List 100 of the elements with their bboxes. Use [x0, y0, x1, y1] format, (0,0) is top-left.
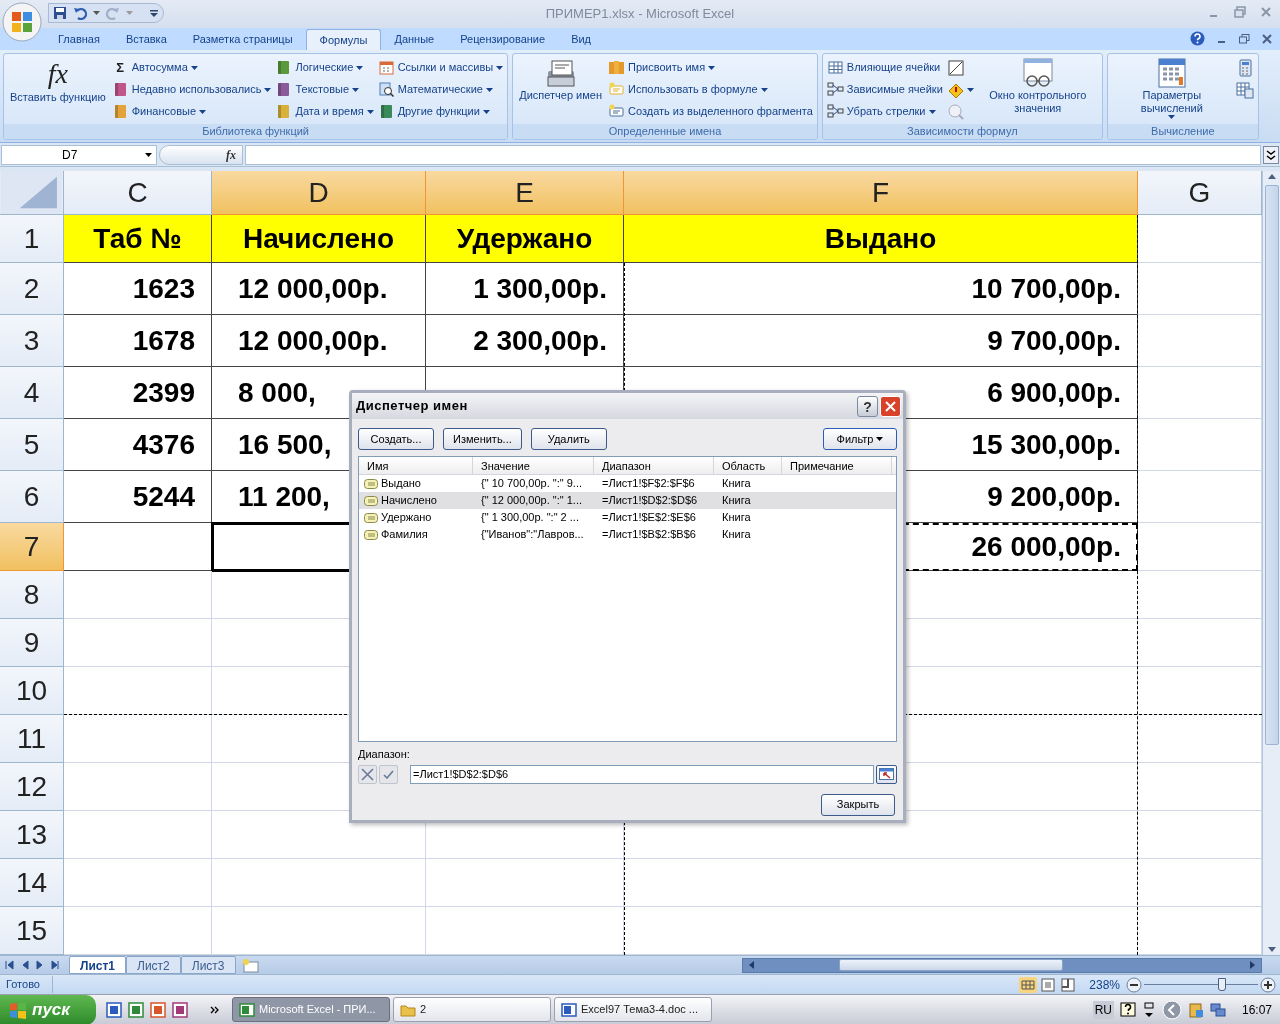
ribbon-tab[interactable]: Вид: [558, 29, 605, 50]
ribbon-button[interactable]: Использовать в формуле: [608, 79, 813, 100]
help-button[interactable]: ?: [857, 395, 878, 417]
list-row[interactable]: Начислено {" 12 000,00р. ":" 1... =Лист1!$D$2:$D$6 Книга: [359, 492, 896, 509]
sheet-tab[interactable]: Лист1: [69, 956, 127, 974]
page-break-view-icon[interactable]: [1059, 976, 1078, 993]
help-icon[interactable]: [1119, 1001, 1136, 1018]
column-header[interactable]: F: [624, 171, 1138, 215]
ribbon-button[interactable]: Присвоить имя: [608, 57, 813, 78]
row-header[interactable]: 9: [0, 619, 64, 667]
ribbon-button[interactable]: Создать из выделенного фрагмента: [608, 101, 813, 122]
undo-icon[interactable]: [73, 6, 87, 20]
close-icon[interactable]: [1262, 33, 1272, 44]
network-icon[interactable]: [1209, 1001, 1226, 1018]
row-header[interactable]: 8: [0, 571, 64, 619]
ribbon-tab[interactable]: Вставка: [112, 29, 180, 50]
help-icon[interactable]: [1190, 31, 1205, 46]
cancel-edit-button[interactable]: [358, 764, 377, 784]
ribbon-button[interactable]: Недавно использовались: [111, 79, 272, 100]
more-chevron-icon[interactable]: [210, 1005, 220, 1014]
vertical-scrollbar[interactable]: [1262, 171, 1280, 955]
ribbon-large-button[interactable]: Диспетчер имен: [517, 57, 604, 102]
ribbon-button[interactable]: Финансовые: [111, 101, 272, 122]
ribbon-button[interactable]: Логические: [275, 57, 374, 78]
ribbon-button[interactable]: Σ Автосумма: [111, 57, 272, 78]
scroll-left-icon[interactable]: [747, 960, 755, 970]
ribbon-large-button[interactable]: fx Вставить функцию: [8, 57, 108, 104]
sheet-tab[interactable]: Лист2: [126, 956, 181, 974]
last-sheet-icon[interactable]: [50, 960, 59, 970]
previous-sheet-icon[interactable]: [20, 960, 29, 970]
ribbon-large-button[interactable]: Параметры вычислений: [1111, 57, 1232, 119]
ribbon-button[interactable]: Другие функции: [377, 101, 504, 122]
restore-icon[interactable]: [1239, 33, 1250, 44]
row-header[interactable]: 3: [0, 315, 64, 367]
ribbon-button[interactable]: Ссылки и массивы: [377, 57, 504, 78]
ribbon-tab[interactable]: Главная: [45, 29, 113, 50]
filter-button[interactable]: Фильтр: [823, 428, 897, 450]
clipboard-icon[interactable]: [1187, 1001, 1204, 1018]
column-header[interactable]: Диапазон: [594, 457, 714, 474]
column-header[interactable]: C: [64, 171, 212, 215]
powerpoint-icon[interactable]: [150, 1001, 166, 1018]
dialog-button[interactable]: Изменить...: [443, 428, 522, 450]
column-header[interactable]: Значение: [473, 457, 594, 474]
zoom-slider[interactable]: [1144, 976, 1258, 993]
column-header[interactable]: Имя: [359, 457, 473, 474]
row-header[interactable]: 10: [0, 667, 64, 715]
column-header[interactable]: D: [212, 171, 426, 215]
row-header[interactable]: 2: [0, 263, 64, 315]
word-icon[interactable]: [106, 1001, 122, 1018]
zoom-out-icon[interactable]: [1126, 976, 1142, 993]
taskbar-button[interactable]: 2: [393, 997, 551, 1022]
function-button[interactable]: fx: [159, 144, 243, 165]
customize-toolbar-icon[interactable]: [150, 9, 158, 17]
sheet-tab[interactable]: Лист3: [180, 956, 236, 974]
dialog-button[interactable]: Создать...: [358, 428, 434, 450]
next-sheet-icon[interactable]: [35, 960, 44, 970]
row-header[interactable]: 6: [0, 471, 64, 523]
close-icon[interactable]: [1260, 6, 1272, 18]
column-header[interactable]: E: [426, 171, 624, 215]
ribbon-button[interactable]: Текстовые: [275, 79, 374, 100]
row-header[interactable]: 14: [0, 859, 64, 907]
dialog-button[interactable]: Удалить: [530, 428, 607, 450]
ribbon-button[interactable]: Дата и время: [275, 101, 374, 122]
name-box[interactable]: D7: [1, 144, 157, 165]
range-field[interactable]: =Лист1!$D$2:$D$6: [410, 764, 874, 784]
ribbon-tab[interactable]: Рецензирование: [447, 29, 559, 50]
column-header[interactable]: Область: [714, 457, 782, 474]
row-header[interactable]: 4: [0, 367, 64, 419]
ribbon-button[interactable]: Убрать стрелки: [826, 101, 943, 122]
ribbon-tab[interactable]: Данные: [381, 29, 448, 50]
confirm-edit-button[interactable]: [379, 764, 398, 784]
scroll-thumb[interactable]: [839, 959, 1063, 971]
close-button[interactable]: [880, 395, 901, 417]
formula-field[interactable]: [245, 144, 1261, 165]
access-icon[interactable]: [172, 1001, 188, 1018]
scroll-thumb[interactable]: [1264, 185, 1279, 745]
collapse-tray-icon[interactable]: [1161, 999, 1182, 1020]
language-indicator[interactable]: RU: [1092, 1000, 1114, 1019]
normal-view-icon[interactable]: [1019, 976, 1038, 993]
row-header[interactable]: 5: [0, 419, 64, 471]
row-header[interactable]: 15: [0, 907, 64, 955]
save-icon[interactable]: [53, 6, 67, 20]
ribbon-tab[interactable]: Разметка страницы: [179, 29, 306, 50]
ribbon-button[interactable]: Математические: [377, 79, 504, 100]
taskbar-button[interactable]: Excel97 Тема3-4.doc ...: [554, 997, 712, 1022]
slider-thumb[interactable]: [1217, 977, 1226, 991]
close-dialog-button[interactable]: Закрыть: [821, 793, 895, 816]
row-header[interactable]: 12: [0, 763, 64, 811]
row-header[interactable]: 11: [0, 715, 64, 763]
excel-icon[interactable]: [128, 1001, 144, 1018]
ribbon-tab[interactable]: Формулы: [305, 29, 382, 50]
scroll-right-icon[interactable]: [1249, 960, 1257, 970]
column-header[interactable]: G: [1138, 171, 1262, 215]
expand-icon[interactable]: [1263, 145, 1279, 164]
language-bar-icon[interactable]: [1141, 1001, 1156, 1018]
column-header[interactable]: Примечание: [782, 457, 892, 474]
ribbon-large-button[interactable]: Окно контрольного значения: [977, 57, 1098, 115]
ribbon-button[interactable]: Влияющие ячейки: [826, 57, 943, 78]
row-header[interactable]: 1: [0, 215, 64, 263]
ribbon-button[interactable]: Зависимые ячейки: [826, 79, 943, 100]
